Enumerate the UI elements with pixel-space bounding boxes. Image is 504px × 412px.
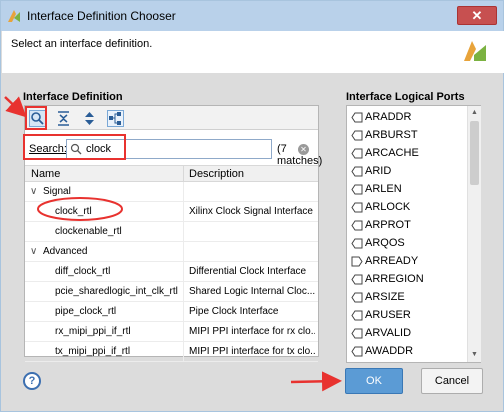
dialog-window: Interface Definition Chooser ✕ Select an…: [0, 0, 504, 412]
row-description: Pipe Clock Interface: [189, 306, 279, 317]
annotation-arrow-ok: [290, 371, 342, 392]
search-label: Search:: [29, 143, 67, 155]
port-output-icon: [351, 256, 363, 267]
table-row[interactable]: rx_mipi_ppi_if_rtl MIPI PPI interface for…: [25, 322, 318, 342]
port-input-icon: [351, 238, 363, 249]
table-row[interactable]: diff_clock_rtl Differential Clock Interfa…: [25, 262, 318, 282]
logical-ports-heading: Interface Logical Ports: [346, 91, 465, 103]
table-header: Name Description: [25, 165, 318, 183]
interface-definition-heading: Interface Definition: [23, 91, 123, 103]
search-input[interactable]: clock ✕: [66, 139, 309, 159]
port-input-icon: [351, 292, 363, 303]
port-input-icon: [351, 112, 363, 123]
expand-all-button[interactable]: [81, 110, 98, 127]
row-name: tx_mipi_ppi_if_rtl: [55, 346, 131, 357]
row-description: MIPI PPI interface for rx clo...: [189, 326, 315, 337]
port-name: ARREADY: [365, 255, 419, 267]
table-body: ∨ Signal clock_rtl Xilinx Clock Signal Inte…: [25, 182, 318, 362]
column-header-description[interactable]: Description: [189, 168, 244, 180]
interface-definition-panel: Search: clock ✕ (7 matches) Name Descrip…: [24, 105, 322, 362]
port-input-icon: [351, 274, 363, 285]
hierarchy-icon: [109, 112, 121, 125]
hierarchy-button[interactable]: [107, 110, 124, 127]
row-name: pcie_sharedlogic_int_clk_rtl: [55, 286, 178, 297]
scroll-thumb[interactable]: [470, 121, 479, 185]
port-input-icon: [351, 130, 363, 141]
port-input-icon: [351, 166, 363, 177]
row-name: rx_mipi_ppi_if_rtl: [55, 326, 131, 337]
help-button[interactable]: ?: [23, 372, 41, 390]
close-button[interactable]: ✕: [457, 6, 497, 25]
logical-ports-panel: ARADDR ARBURST ARCACHE ARID ARLEN ARLOCK ARPRO…: [346, 105, 481, 363]
port-input-icon: [351, 310, 363, 321]
port-name: ARLEN: [365, 183, 402, 195]
port-input-icon: [351, 184, 363, 195]
tree-group-row[interactable]: ∨ Signal: [25, 182, 318, 202]
row-name: Advanced: [43, 246, 88, 257]
instruction-text: Select an interface definition.: [11, 38, 153, 50]
row-description: Xilinx Clock Signal Interface: [189, 206, 313, 217]
scroll-down-icon[interactable]: ▼: [471, 351, 478, 358]
row-name: diff_clock_rtl: [55, 266, 111, 277]
collapse-all-button[interactable]: [55, 110, 72, 127]
port-input-icon: [351, 328, 363, 339]
port-input-icon: [351, 346, 363, 357]
port-name: ARADDR: [365, 111, 412, 123]
port-name: ARQOS: [365, 237, 405, 249]
port-name: ARUSER: [365, 309, 411, 321]
row-name: Signal: [43, 186, 71, 197]
search-toggle-button[interactable]: [29, 110, 46, 127]
search-row: Search: clock ✕ (7 matches): [25, 136, 322, 167]
port-input-icon: [351, 202, 363, 213]
search-value: clock: [86, 143, 112, 155]
table-row[interactable]: clockenable_rtl: [25, 222, 318, 242]
port-name: ARBURST: [365, 129, 418, 141]
ok-button[interactable]: OK: [345, 368, 403, 394]
column-header-name[interactable]: Name: [31, 168, 60, 180]
vivado-app-icon: [8, 10, 20, 22]
cancel-button[interactable]: Cancel: [421, 368, 483, 394]
window-title: Interface Definition Chooser: [27, 9, 176, 23]
port-name: ARSIZE: [365, 291, 405, 303]
row-name: clockenable_rtl: [55, 226, 122, 237]
port-name: ARID: [365, 165, 392, 177]
row-description: MIPI PPI interface for tx clo...: [189, 346, 315, 357]
port-input-icon: [351, 148, 363, 159]
chevron-down-icon[interactable]: ∨: [30, 186, 37, 197]
search-field-icon: [70, 143, 82, 155]
row-name: pipe_clock_rtl: [55, 306, 117, 317]
table-row[interactable]: clock_rtl Xilinx Clock Signal Interface: [25, 202, 318, 222]
port-name: ARPROT: [365, 219, 411, 231]
tree-group-row[interactable]: ∨ Advanced: [25, 242, 318, 262]
port-input-icon: [351, 220, 363, 231]
title-bar: Interface Definition Chooser ✕: [1, 1, 503, 31]
search-icon: [31, 112, 44, 125]
xilinx-logo-icon: [464, 41, 486, 61]
port-name: ARCACHE: [365, 147, 419, 159]
table-row[interactable]: pcie_sharedlogic_int_clk_rtl Shared Logic…: [25, 282, 318, 302]
toolbar: [25, 106, 318, 130]
row-name: clock_rtl: [55, 206, 92, 217]
ports-scrollbar[interactable]: ▲ ▼: [467, 106, 481, 362]
port-name: AWADDR: [365, 345, 414, 357]
port-name: ARREGION: [365, 273, 424, 285]
port-name: ARLOCK: [365, 201, 411, 213]
chevron-down-icon[interactable]: ∨: [30, 246, 37, 257]
table-row[interactable]: pipe_clock_rtl Pipe Clock Interface: [25, 302, 318, 322]
interface-table: Name Description ∨ Signal clock_rtl Xilinx …: [25, 165, 318, 362]
table-row[interactable]: tx_mipi_ppi_if_rtl MIPI PPI interface for…: [25, 342, 318, 362]
header-area: Select an interface definition.: [2, 31, 504, 73]
collapse-all-icon: [58, 111, 69, 126]
annotation-arrow-search: [4, 96, 27, 118]
row-description: Shared Logic Internal Cloc...: [189, 286, 315, 297]
port-name: ARVALID: [365, 327, 412, 339]
row-description: Differential Clock Interface: [189, 266, 307, 277]
scroll-up-icon[interactable]: ▲: [471, 109, 478, 116]
expand-all-icon: [85, 112, 94, 125]
match-count: (7 matches): [277, 143, 323, 167]
